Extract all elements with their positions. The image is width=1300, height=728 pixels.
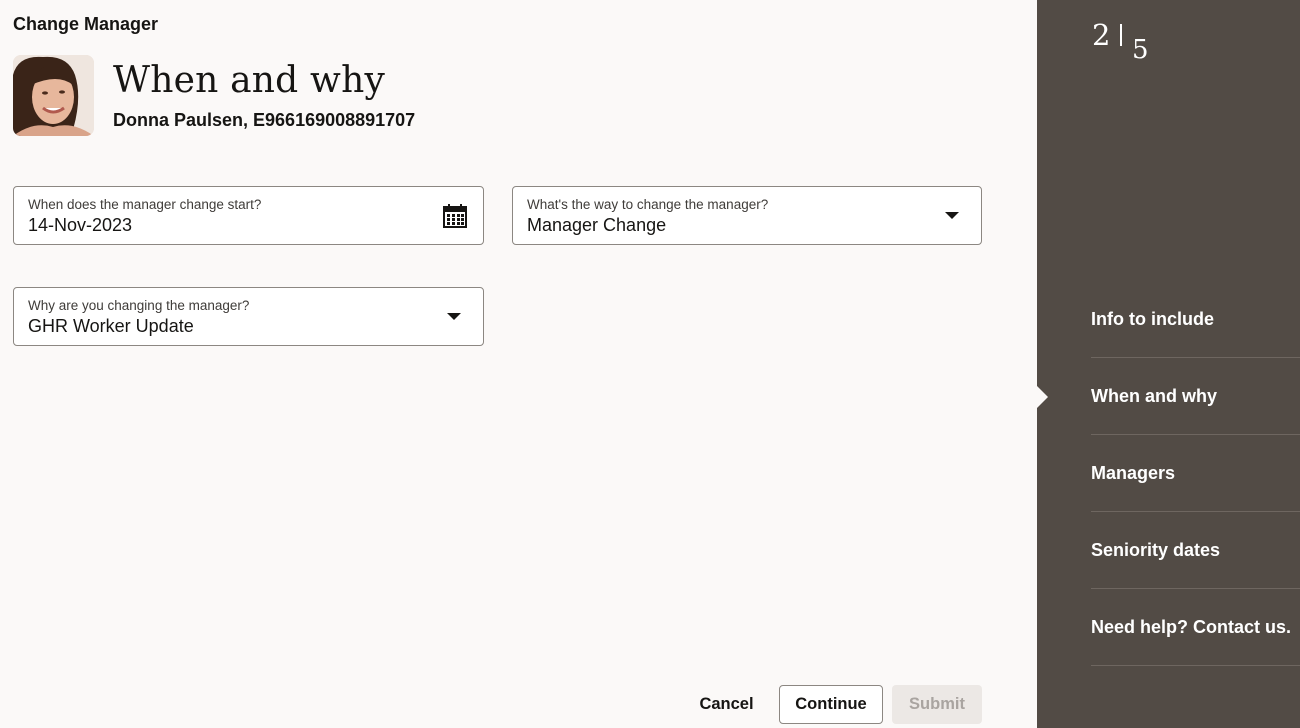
main-panel: Change Manager When and why Donna Paulse… xyxy=(0,0,1037,728)
cancel-button[interactable]: Cancel xyxy=(690,685,763,724)
page-title: When and why xyxy=(113,60,385,101)
avatar xyxy=(13,55,94,136)
nav-item-managers[interactable]: Managers xyxy=(1091,435,1300,512)
nav-item-seniority-dates[interactable]: Seniority dates xyxy=(1091,512,1300,589)
chevron-down-icon[interactable] xyxy=(945,212,959,219)
avatar-photo xyxy=(13,55,94,136)
nav-item-info-to-include[interactable]: Info to include xyxy=(1091,281,1300,358)
start-date-label: When does the manager change start? xyxy=(28,197,262,212)
guide-sidebar: 2 5 Info to include When and why Manager… xyxy=(1037,0,1300,728)
chevron-down-icon[interactable] xyxy=(447,313,461,320)
change-way-value: Manager Change xyxy=(527,215,667,235)
change-way-label: What's the way to change the manager? xyxy=(527,197,769,212)
step-current: 2 xyxy=(1092,18,1111,52)
continue-button[interactable]: Continue xyxy=(779,685,883,724)
app-title: Change Manager xyxy=(13,14,159,34)
change-way-select[interactable]: What's the way to change the manager? Ma… xyxy=(512,186,982,245)
reason-label: Why are you changing the manager? xyxy=(28,298,250,313)
person-name-id: Donna Paulsen, E966169008891707 xyxy=(113,110,416,130)
reason-select[interactable]: Why are you changing the manager? GHR Wo… xyxy=(13,287,484,346)
start-date-field[interactable]: When does the manager change start? 14-N… xyxy=(13,186,484,245)
step-nav: Info to include When and why Managers Se… xyxy=(1091,281,1300,666)
reason-value: GHR Worker Update xyxy=(28,316,194,336)
calendar-icon[interactable] xyxy=(442,203,468,229)
nav-item-contact-us[interactable]: Need help? Contact us. xyxy=(1091,589,1300,666)
nav-item-when-and-why[interactable]: When and why xyxy=(1091,358,1300,435)
start-date-value: 14-Nov-2023 xyxy=(28,215,133,235)
submit-button[interactable]: Submit xyxy=(892,685,982,724)
current-step-pointer xyxy=(1037,386,1048,408)
step-total: 5 xyxy=(1132,35,1149,65)
step-divider xyxy=(1120,24,1122,46)
